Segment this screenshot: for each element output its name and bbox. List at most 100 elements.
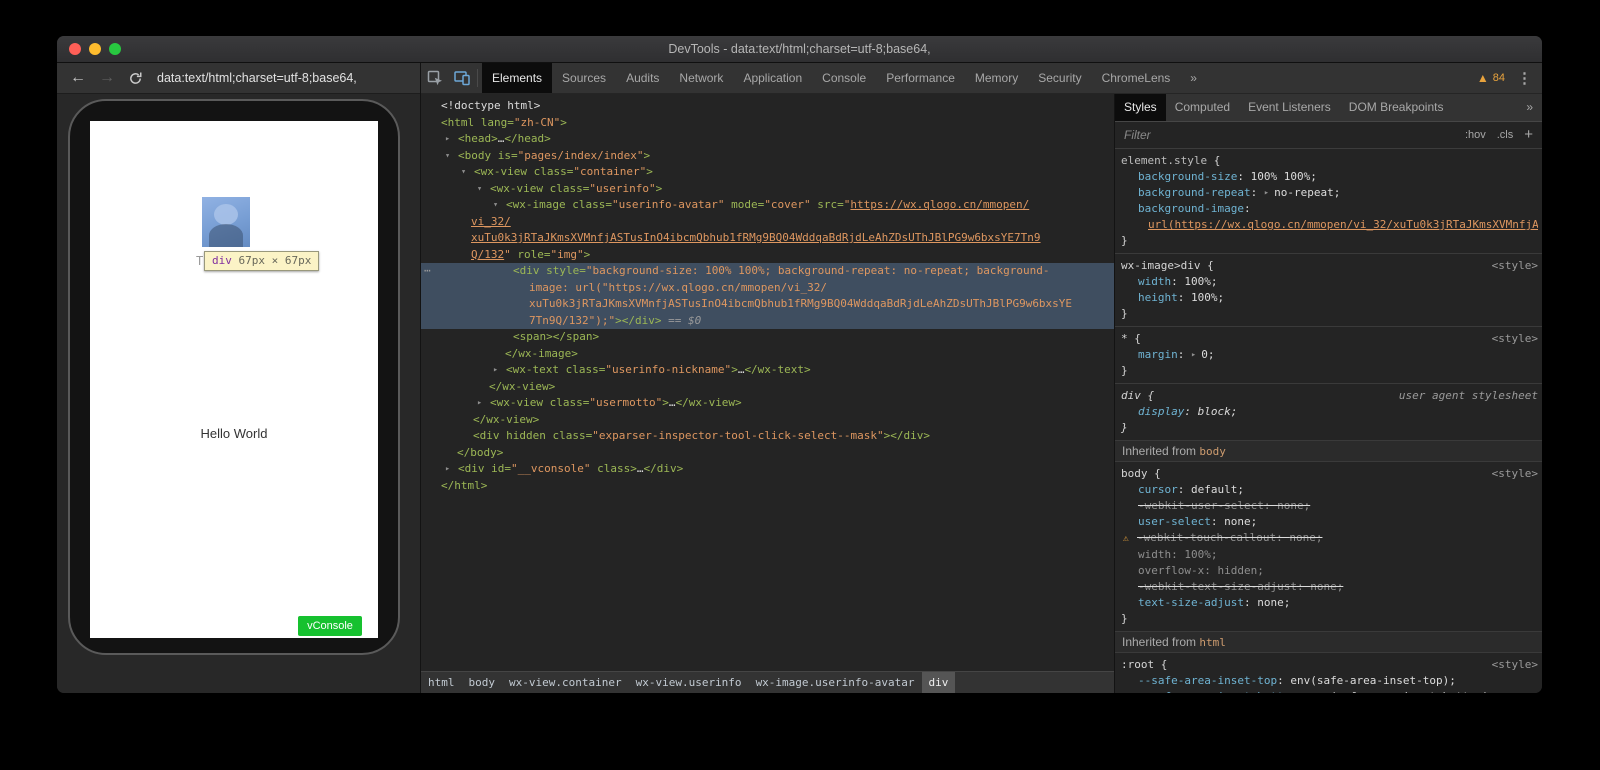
css-property[interactable]: --safe-area-inset-bottom: env(safe-area-… xyxy=(1121,689,1538,693)
breadcrumb-item[interactable]: wx-image.userinfo-avatar xyxy=(749,672,922,693)
dom-line[interactable]: ▸<wx-view class="usermotto">…</wx-view> xyxy=(421,395,1114,412)
css-property[interactable]: display: block; xyxy=(1121,404,1538,420)
breadcrumb-item[interactable]: body xyxy=(462,672,503,693)
dom-attribute-link[interactable]: vi_32/ xyxy=(471,215,511,228)
tab-memory[interactable]: Memory xyxy=(965,63,1028,93)
reload-icon[interactable] xyxy=(128,71,143,86)
rule-origin[interactable]: <style> xyxy=(1492,466,1538,482)
css-property[interactable]: --safe-area-inset-top: env(safe-area-ins… xyxy=(1121,673,1538,689)
css-property[interactable]: url(https://wx.qlogo.cn/mmopen/vi_32/xuT… xyxy=(1121,217,1538,233)
dom-line[interactable]: vi_32/ xyxy=(421,214,1114,231)
rule-origin[interactable]: <style> xyxy=(1492,331,1538,347)
css-property[interactable]: user-select: none; xyxy=(1121,514,1538,530)
back-icon[interactable]: ← xyxy=(70,70,86,86)
dom-line[interactable]: ▸<div id="__vconsole" class>…</div> xyxy=(421,461,1114,478)
dom-attribute-link[interactable]: https://wx.qlogo.cn/mmopen/ xyxy=(850,198,1029,211)
css-url-link[interactable]: url(https://wx.qlogo.cn/mmopen/vi_32/xuT… xyxy=(1148,218,1538,231)
css-selector[interactable]: wx-image>div xyxy=(1121,259,1200,272)
tab-performance[interactable]: Performance xyxy=(876,63,965,93)
sidebar-tab-event-listeners[interactable]: Event Listeners xyxy=(1239,94,1340,121)
tab-application[interactable]: Application xyxy=(733,63,812,93)
dom-line[interactable]: image: url("https://wx.qlogo.cn/mmopen/v… xyxy=(421,280,1114,297)
css-selector[interactable]: element.style xyxy=(1121,154,1207,167)
sidebar-tab-computed[interactable]: Computed xyxy=(1166,94,1239,121)
toggle-element-state-button[interactable]: :hov xyxy=(1465,129,1486,141)
dom-line[interactable]: ▸<head>…</head> xyxy=(421,131,1114,148)
breadcrumb-item[interactable]: wx-view.container xyxy=(502,672,629,693)
styles-filter-input[interactable]: Filter xyxy=(1124,128,1465,142)
css-property[interactable]: -webkit-user-select: none; xyxy=(1121,498,1538,514)
dom-line[interactable]: ▾<wx-image class="userinfo-avatar" mode=… xyxy=(421,197,1114,214)
zoom-window-button[interactable] xyxy=(109,43,121,55)
css-selector[interactable]: div xyxy=(1121,389,1141,402)
dom-line[interactable]: </wx-view> xyxy=(421,412,1114,429)
dom-line[interactable]: <html lang="zh-CN"> xyxy=(421,115,1114,132)
sidebar-tab-styles[interactable]: Styles xyxy=(1115,94,1166,121)
css-property[interactable]: -webkit-text-size-adjust: none; xyxy=(1121,579,1538,595)
css-property[interactable]: width: 100%; xyxy=(1121,274,1538,290)
tab-sources[interactable]: Sources xyxy=(552,63,616,93)
css-property[interactable]: overflow-x: hidden; xyxy=(1121,563,1538,579)
dom-line[interactable]: ⋯<div style="background-size: 100% 100%;… xyxy=(421,263,1114,280)
css-property[interactable]: width: 100%; xyxy=(1121,547,1538,563)
dom-line[interactable]: xuTu0k3jRTaJKmsXVMnfjASTusInO4ibcmQbhub1… xyxy=(421,296,1114,313)
css-selector[interactable]: :root xyxy=(1121,658,1154,671)
tab-security[interactable]: Security xyxy=(1028,63,1091,93)
dom-line[interactable]: <!doctype html> xyxy=(421,98,1114,115)
css-property[interactable]: cursor: default; xyxy=(1121,482,1538,498)
rule-origin[interactable]: <style> xyxy=(1492,258,1538,274)
device-toolbar-icon[interactable] xyxy=(448,63,475,93)
dom-line[interactable]: ▸<wx-text class="userinfo-nickname">…</w… xyxy=(421,362,1114,379)
dom-line[interactable]: <div hidden class="exparser-inspector-to… xyxy=(421,428,1114,445)
dom-attribute-link[interactable]: Q/132 xyxy=(471,248,504,261)
expand-value-icon[interactable]: ▸ xyxy=(1264,188,1274,198)
dom-line[interactable]: ▾<wx-view class="container"> xyxy=(421,164,1114,181)
css-property[interactable]: ⚠-webkit-touch-callout: none; xyxy=(1121,530,1538,547)
vconsole-button[interactable]: vConsole xyxy=(298,616,362,636)
breadcrumb-item[interactable]: wx-view.userinfo xyxy=(629,672,749,693)
more-options-icon[interactable]: ⋮ xyxy=(1517,69,1532,87)
dom-line[interactable]: ▾<wx-view class="userinfo"> xyxy=(421,181,1114,198)
close-window-button[interactable] xyxy=(69,43,81,55)
css-selector[interactable]: * xyxy=(1121,332,1128,345)
tab-audits[interactable]: Audits xyxy=(616,63,669,93)
expand-value-icon[interactable]: ▸ xyxy=(1191,350,1201,360)
device-screen[interactable]: T div 67px × 67px Hello World vConsole xyxy=(90,121,378,638)
node-link[interactable]: html xyxy=(1199,636,1226,649)
more-tabs-button[interactable]: » xyxy=(1180,63,1207,93)
css-property[interactable]: background-repeat: ▸ no-repeat; xyxy=(1121,185,1538,201)
css-property[interactable]: background-image: xyxy=(1121,201,1538,217)
dom-line[interactable]: </wx-image> xyxy=(421,346,1114,363)
user-avatar-image[interactable] xyxy=(202,197,250,247)
breadcrumb-item[interactable]: html xyxy=(421,672,462,693)
dom-attribute-link[interactable]: xuTu0k3jRTaJKmsXVMnfjASTusInO4ibcmQbhub1… xyxy=(471,231,1041,244)
console-warnings-badge[interactable]: ▲ 84 xyxy=(1477,72,1505,84)
dom-line[interactable]: </wx-view> xyxy=(421,379,1114,396)
css-property[interactable]: text-size-adjust: none; xyxy=(1121,595,1538,611)
more-sidebar-tabs-button[interactable]: » xyxy=(1517,94,1542,121)
forward-icon[interactable]: → xyxy=(99,70,115,86)
dom-line[interactable]: Q/132" role="img"> xyxy=(421,247,1114,264)
window-titlebar[interactable]: DevTools - data:text/html;charset=utf-8;… xyxy=(57,36,1542,63)
rule-origin[interactable]: <style> xyxy=(1492,657,1538,673)
breadcrumb-item[interactable]: div xyxy=(922,672,956,693)
tab-elements[interactable]: Elements xyxy=(482,63,552,93)
css-property[interactable]: margin: ▸ 0; xyxy=(1121,347,1538,363)
url-text[interactable]: data:text/html;charset=utf-8;base64, xyxy=(157,71,357,85)
css-property[interactable]: height: 100%; xyxy=(1121,290,1538,306)
tab-console[interactable]: Console xyxy=(812,63,876,93)
node-link[interactable]: body xyxy=(1199,445,1226,458)
tab-chromelens[interactable]: ChromeLens xyxy=(1092,63,1181,93)
css-property[interactable]: background-size: 100% 100%; xyxy=(1121,169,1538,185)
dom-line[interactable]: ▾<body is="pages/index/index"> xyxy=(421,148,1114,165)
minimize-window-button[interactable] xyxy=(89,43,101,55)
dom-line[interactable]: xuTu0k3jRTaJKmsXVMnfjASTusInO4ibcmQbhub1… xyxy=(421,230,1114,247)
dom-line[interactable]: </html> xyxy=(421,478,1114,495)
sidebar-tab-dom-breakpoints[interactable]: DOM Breakpoints xyxy=(1340,94,1453,121)
dom-line[interactable]: <span></span> xyxy=(421,329,1114,346)
css-selector[interactable]: body xyxy=(1121,467,1148,480)
inspect-element-icon[interactable] xyxy=(421,63,448,93)
dom-line[interactable]: </body> xyxy=(421,445,1114,462)
element-classes-button[interactable]: .cls xyxy=(1497,129,1514,141)
new-style-rule-button[interactable]: + xyxy=(1524,126,1533,143)
